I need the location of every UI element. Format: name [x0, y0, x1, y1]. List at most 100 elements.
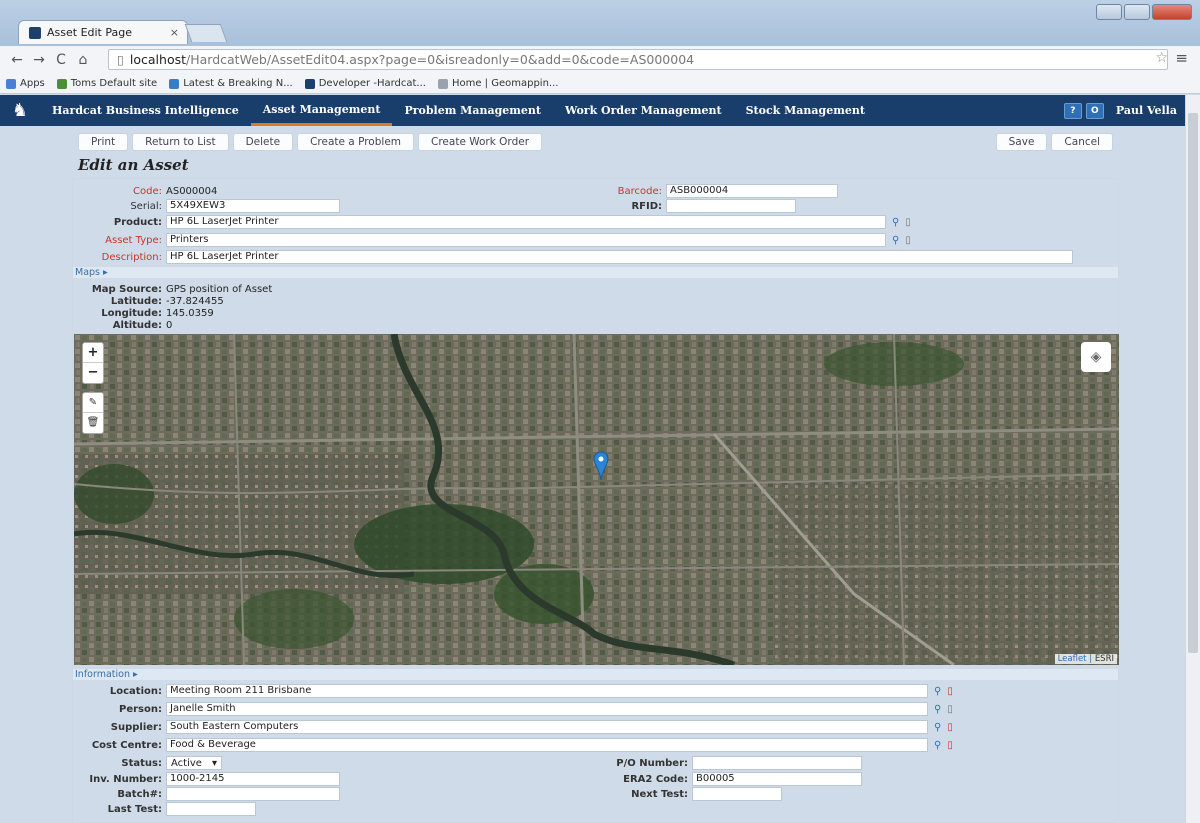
next-test-input[interactable]: [692, 787, 782, 801]
action-button[interactable]: Return to List: [132, 133, 229, 151]
serial-input[interactable]: 5X49XEW3: [166, 199, 340, 213]
zoom-in-button[interactable]: +: [83, 343, 103, 363]
action-bar-right: Save Cancel: [995, 133, 1117, 151]
action-button[interactable]: Delete: [232, 133, 294, 151]
clear-icon[interactable]: ▯: [905, 235, 911, 246]
asset-type-input[interactable]: Printers: [166, 233, 886, 247]
clear-icon[interactable]: ▯: [905, 217, 911, 228]
inv-number-input[interactable]: 1000-2145: [166, 772, 340, 786]
favicon-icon: [29, 26, 41, 39]
batch-input[interactable]: [166, 787, 340, 801]
zoom-out-button[interactable]: −: [83, 363, 103, 383]
rfid-label: RFID:: [631, 200, 662, 212]
forward-icon[interactable]: →: [30, 52, 48, 68]
search-icon[interactable]: ⚲: [892, 235, 899, 246]
person-input[interactable]: Janelle Smith: [166, 702, 928, 716]
bookmark-icon: [6, 78, 16, 89]
maps-section-toggle[interactable]: Maps ▸: [73, 267, 1118, 278]
latitude-label: Latitude:: [110, 295, 162, 307]
clear-icon[interactable]: ▯: [947, 686, 953, 697]
trash-icon[interactable]: 🗑: [83, 413, 103, 433]
close-window-button[interactable]: [1152, 4, 1192, 20]
clear-icon[interactable]: ▯: [947, 740, 953, 751]
draw-toolbar: ✎ 🗑: [82, 392, 104, 434]
search-icon[interactable]: ⚲: [892, 217, 899, 228]
po-number-input[interactable]: [692, 756, 862, 770]
layers-icon[interactable]: ◈: [1081, 342, 1111, 372]
bookmark-item[interactable]: Apps: [6, 78, 45, 89]
scrollbar-thumb[interactable]: [1188, 113, 1198, 653]
bookmark-item[interactable]: Developer -Hardcat...: [304, 78, 426, 89]
save-button[interactable]: Save: [995, 133, 1048, 151]
nav-item[interactable]: Asset Management: [250, 95, 393, 126]
maximize-button[interactable]: [1124, 4, 1150, 20]
map-source-label: Map Source:: [91, 283, 162, 295]
zoom-control: + −: [82, 342, 104, 384]
back-icon[interactable]: ←: [8, 52, 26, 68]
clear-icon[interactable]: ▯: [947, 704, 953, 715]
nav-item[interactable]: Hardcat Business Intelligence: [40, 95, 251, 126]
help-icon[interactable]: ?: [1063, 102, 1082, 119]
barcode-input[interactable]: ASB000004: [666, 184, 838, 198]
status-label: Status:: [121, 757, 162, 769]
person-label: Person:: [119, 703, 162, 715]
description-input[interactable]: HP 6L LaserJet Printer: [166, 250, 1073, 264]
map-marker-icon[interactable]: [593, 451, 609, 481]
description-label: Description:: [101, 251, 162, 263]
home-icon[interactable]: ⌂: [74, 52, 92, 68]
page-title: Edit an Asset: [78, 156, 189, 174]
power-icon[interactable]: O: [1085, 102, 1104, 119]
latitude-value: -37.824455: [166, 295, 224, 307]
rfid-input[interactable]: [666, 199, 796, 213]
cost-centre-input[interactable]: Food & Beverage: [166, 738, 928, 752]
reload-icon[interactable]: C: [52, 52, 70, 68]
code-label: Code:: [133, 185, 162, 197]
last-test-input[interactable]: [166, 802, 256, 816]
url-host: localhost: [129, 52, 187, 67]
action-button[interactable]: Create Work Order: [418, 133, 543, 151]
bookmark-item[interactable]: Toms Default site: [56, 78, 157, 89]
search-icon[interactable]: ⚲: [934, 686, 941, 697]
edit-icon[interactable]: ✎: [83, 393, 103, 413]
main-nav: Hardcat Business Intelligence Asset Manag…: [40, 95, 877, 126]
information-section-toggle[interactable]: Information ▸: [73, 669, 1118, 680]
cancel-button[interactable]: Cancel: [1051, 133, 1113, 151]
nav-item[interactable]: Problem Management: [392, 95, 553, 126]
search-icon[interactable]: ⚲: [934, 722, 941, 733]
search-icon[interactable]: ⚲: [934, 740, 941, 751]
era2-code-input[interactable]: B00005: [692, 772, 862, 786]
status-select[interactable]: Active ▾: [166, 756, 222, 770]
supplier-input[interactable]: South Eastern Computers: [166, 720, 928, 734]
address-bar[interactable]: ▯ localhost/HardcatWeb/AssetEdit04.aspx?…: [108, 49, 1168, 70]
nav-item[interactable]: Stock Management: [734, 95, 877, 126]
location-input[interactable]: Meeting Room 211 Brisbane: [166, 684, 928, 698]
search-icon[interactable]: ⚲: [934, 704, 941, 715]
page-icon: ▯: [117, 52, 124, 67]
product-input[interactable]: HP 6L LaserJet Printer: [166, 215, 886, 229]
nav-item[interactable]: Work Order Management: [553, 95, 734, 126]
minimize-button[interactable]: [1096, 4, 1122, 20]
bookmark-star-icon[interactable]: ☆: [1155, 50, 1168, 66]
location-label: Location:: [109, 685, 162, 697]
menu-icon[interactable]: ≡: [1175, 49, 1188, 67]
leaflet-link[interactable]: Leaflet: [1058, 654, 1087, 664]
code-value: AS000004: [166, 185, 218, 197]
user-name[interactable]: Paul Vella: [1116, 104, 1177, 117]
new-tab-button[interactable]: [184, 24, 228, 42]
bookmark-item[interactable]: Home | Geomappin...: [437, 78, 558, 89]
altitude-value: 0: [166, 319, 173, 331]
hardcat-logo-icon[interactable]: ♞: [0, 95, 40, 126]
map-imagery: [74, 334, 1119, 665]
action-bar: Print Return to List Delete Create a Proble…: [78, 133, 546, 151]
next-test-label: Next Test:: [631, 788, 688, 800]
satellite-map[interactable]: + − ✎ 🗑 ◈ Leaflet | ESRI: [74, 334, 1119, 665]
browser-tab[interactable]: Asset Edit Page ×: [18, 20, 188, 44]
close-tab-icon[interactable]: ×: [170, 26, 179, 39]
clear-icon[interactable]: ▯: [947, 722, 953, 733]
page-scrollbar[interactable]: [1185, 95, 1200, 823]
action-button[interactable]: Create a Problem: [297, 133, 415, 151]
last-test-label: Last Test:: [107, 803, 162, 815]
bookmark-item[interactable]: Latest & Breaking N...: [169, 78, 293, 89]
longitude-label: Longitude:: [101, 307, 162, 319]
action-button[interactable]: Print: [78, 133, 129, 151]
